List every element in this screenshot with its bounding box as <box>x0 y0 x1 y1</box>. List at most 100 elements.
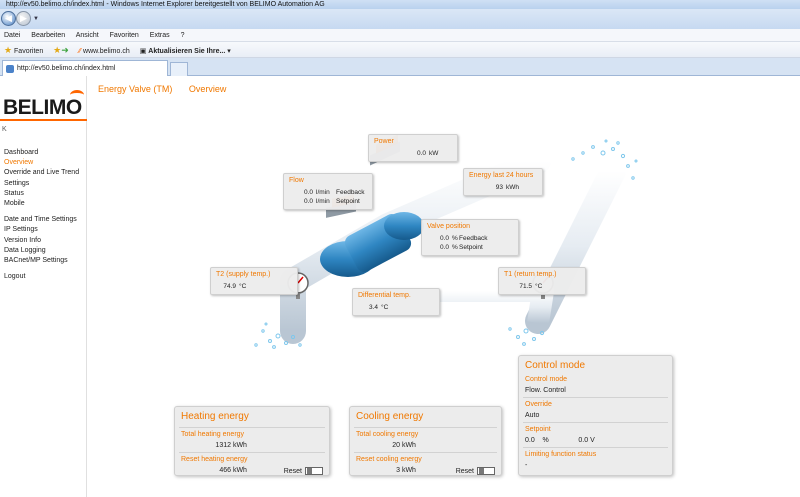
fav-link-belimo[interactable]: ⁄⁄ www.belimo.ch <box>79 48 130 55</box>
add-arrow-icon: ➜ <box>61 45 69 55</box>
logo-subtext: K <box>2 126 7 133</box>
control-override-value: Auto <box>525 412 540 419</box>
heating-reset-toggle[interactable] <box>305 467 323 475</box>
energy24-box: Energy last 24 hours 93 kWh <box>463 168 543 196</box>
flow-feedback-value: 0.0 <box>303 189 313 196</box>
power-value: 0.0 <box>416 150 426 157</box>
sidebar-item-settings[interactable]: Settings <box>4 179 79 189</box>
sidebar-item-logout[interactable]: Logout <box>4 272 79 282</box>
sidebar-item-mobile[interactable]: Mobile <box>4 199 79 209</box>
menu-extras[interactable]: Extras <box>150 32 170 39</box>
history-dropdown-icon[interactable]: ▼ <box>33 16 39 22</box>
divider <box>354 427 497 428</box>
sidebar-item-bacnet[interactable]: BACnet/MP Settings <box>4 256 79 266</box>
fav-link-update[interactable]: ▣ Aktualisieren Sie Ihre... ▾ <box>140 48 231 55</box>
divider <box>523 422 668 423</box>
dt-value: 3.4 <box>368 304 378 311</box>
heating-reset-unit: kWh <box>232 467 247 474</box>
cooling-reset-label-btn: Reset <box>455 467 474 475</box>
cooling-total-value: 20 <box>392 442 400 449</box>
page-icon: ▣ <box>139 48 147 55</box>
control-limit-label: Limiting function status <box>525 451 597 458</box>
differential-temp-box: Differential temp. 3.4 °C <box>352 288 440 316</box>
flow-feedback-label: Feedback <box>336 189 365 196</box>
energy24-value: 93 <box>495 184 503 191</box>
flow-setpoint-label: Setpoint <box>336 198 360 205</box>
t2-title: T2 (supply temp.) <box>216 271 271 278</box>
divider <box>523 397 668 398</box>
menu-datei[interactable]: Datei <box>4 32 20 39</box>
menu-ansicht[interactable]: Ansicht <box>76 32 99 39</box>
valve-feedback-unit: % <box>452 235 458 242</box>
star-icon: ★ <box>4 45 13 55</box>
breadcrumb-page[interactable]: Overview <box>189 84 227 94</box>
tab-bar: http://ev50.belimo.ch/index.html <box>0 58 800 76</box>
cooling-reset-toggle[interactable] <box>477 467 495 475</box>
menu-bearbeiten[interactable]: Bearbeiten <box>31 32 65 39</box>
add-favorite-button[interactable]: ★➜ <box>53 45 69 55</box>
heating-total-unit: kWh <box>232 442 247 449</box>
sidebar-item-override[interactable]: Override and Live Trend <box>4 168 79 178</box>
menu-bar: Datei Bearbeiten Ansicht Favoriten Extra… <box>0 29 800 42</box>
valve-setpoint-value: 0.0 <box>439 244 449 251</box>
back-icon[interactable]: ◀ <box>1 11 16 26</box>
t1-value: 71.5 <box>519 283 532 290</box>
t2-value: 74.9 <box>223 283 236 290</box>
dt-unit: °C <box>381 304 389 311</box>
power-unit: kW <box>429 150 439 157</box>
control-mode-value: Flow. Control <box>525 387 566 394</box>
valve-body-end <box>384 212 424 240</box>
flow-feedback-unit: l/min <box>316 189 330 196</box>
heating-total-row: 1312 kWh <box>181 438 323 449</box>
forward-icon[interactable]: ▶ <box>16 11 31 26</box>
main-content: Energy Valve (TM) Overview Power 0.0 kW … <box>88 76 800 497</box>
breadcrumb-product[interactable]: Energy Valve (TM) <box>98 84 172 94</box>
flow-setpoint-value: 0.0 <box>303 198 313 205</box>
heating-total-value: 1312 <box>215 442 231 449</box>
valve-setpoint-label: Setpoint <box>459 244 483 251</box>
control-mode-label: Control mode <box>525 376 568 383</box>
menu-help[interactable]: ? <box>181 32 185 39</box>
valve-feedback-value: 0.0 <box>439 235 449 242</box>
cooling-energy-card: Cooling energy Total cooling energy 20 k… <box>349 406 502 476</box>
divider <box>179 427 325 428</box>
control-setpoint-volt: 0.0 V <box>578 437 595 444</box>
cooling-total-label: Total cooling energy <box>356 431 419 438</box>
cooling-reset-unit: kWh <box>401 467 416 474</box>
cooling-total-row: 20 kWh <box>356 438 495 449</box>
breadcrumb: Energy Valve (TM) Overview <box>98 84 240 94</box>
logo-divider <box>0 119 87 121</box>
valve-title: Valve position <box>427 223 471 230</box>
control-mode-card: Control mode Control mode Flow. Control … <box>518 355 673 476</box>
heating-reset-label-btn: Reset <box>283 467 302 475</box>
valve-feedback-label: Feedback <box>459 235 488 242</box>
sidebar-item-version[interactable]: Version Info <box>4 236 79 246</box>
cooling-reset-value: 3 <box>396 467 400 474</box>
divider <box>354 452 497 453</box>
t2-box: T2 (supply temp.) 74.9 °C <box>210 267 298 295</box>
sidebar-item-datalogging[interactable]: Data Logging <box>4 246 79 256</box>
valve-position-box: Valve position 0.0% Feedback 0.0% Setpoint <box>421 219 519 256</box>
favorites-button[interactable]: ★ Favoriten <box>4 45 43 55</box>
sidebar-item-status[interactable]: Status <box>4 189 79 199</box>
sidebar-item-datetime[interactable]: Date and Time Settings <box>4 215 79 225</box>
control-setpoint-label: Setpoint <box>525 426 551 433</box>
sidebar: BELIMO K Dashboard Overview Override and… <box>0 76 87 497</box>
sidebar-menu: Dashboard Overview Override and Live Tre… <box>4 148 79 282</box>
heating-energy-card: Heating energy Total heating energy 1312… <box>174 406 330 476</box>
valve-setpoint-unit: % <box>452 244 458 251</box>
menu-favoriten[interactable]: Favoriten <box>110 32 139 39</box>
dt-title: Differential temp. <box>358 292 411 299</box>
heating-title: Heating energy <box>181 411 249 422</box>
control-limit-value: - <box>525 462 528 469</box>
browser-tab[interactable]: http://ev50.belimo.ch/index.html <box>2 60 168 76</box>
cooling-title: Cooling energy <box>356 411 424 422</box>
heating-reset-row: 466 kWh Reset <box>181 463 323 475</box>
new-tab-button[interactable] <box>170 62 188 76</box>
t1-title: T1 (return temp.) <box>504 271 557 278</box>
sidebar-item-ip[interactable]: IP Settings <box>4 225 79 235</box>
sidebar-item-overview[interactable]: Overview <box>4 158 79 168</box>
energy24-title: Energy last 24 hours <box>469 172 534 179</box>
cooling-total-unit: kWh <box>401 442 416 449</box>
sidebar-item-dashboard[interactable]: Dashboard <box>4 148 79 158</box>
